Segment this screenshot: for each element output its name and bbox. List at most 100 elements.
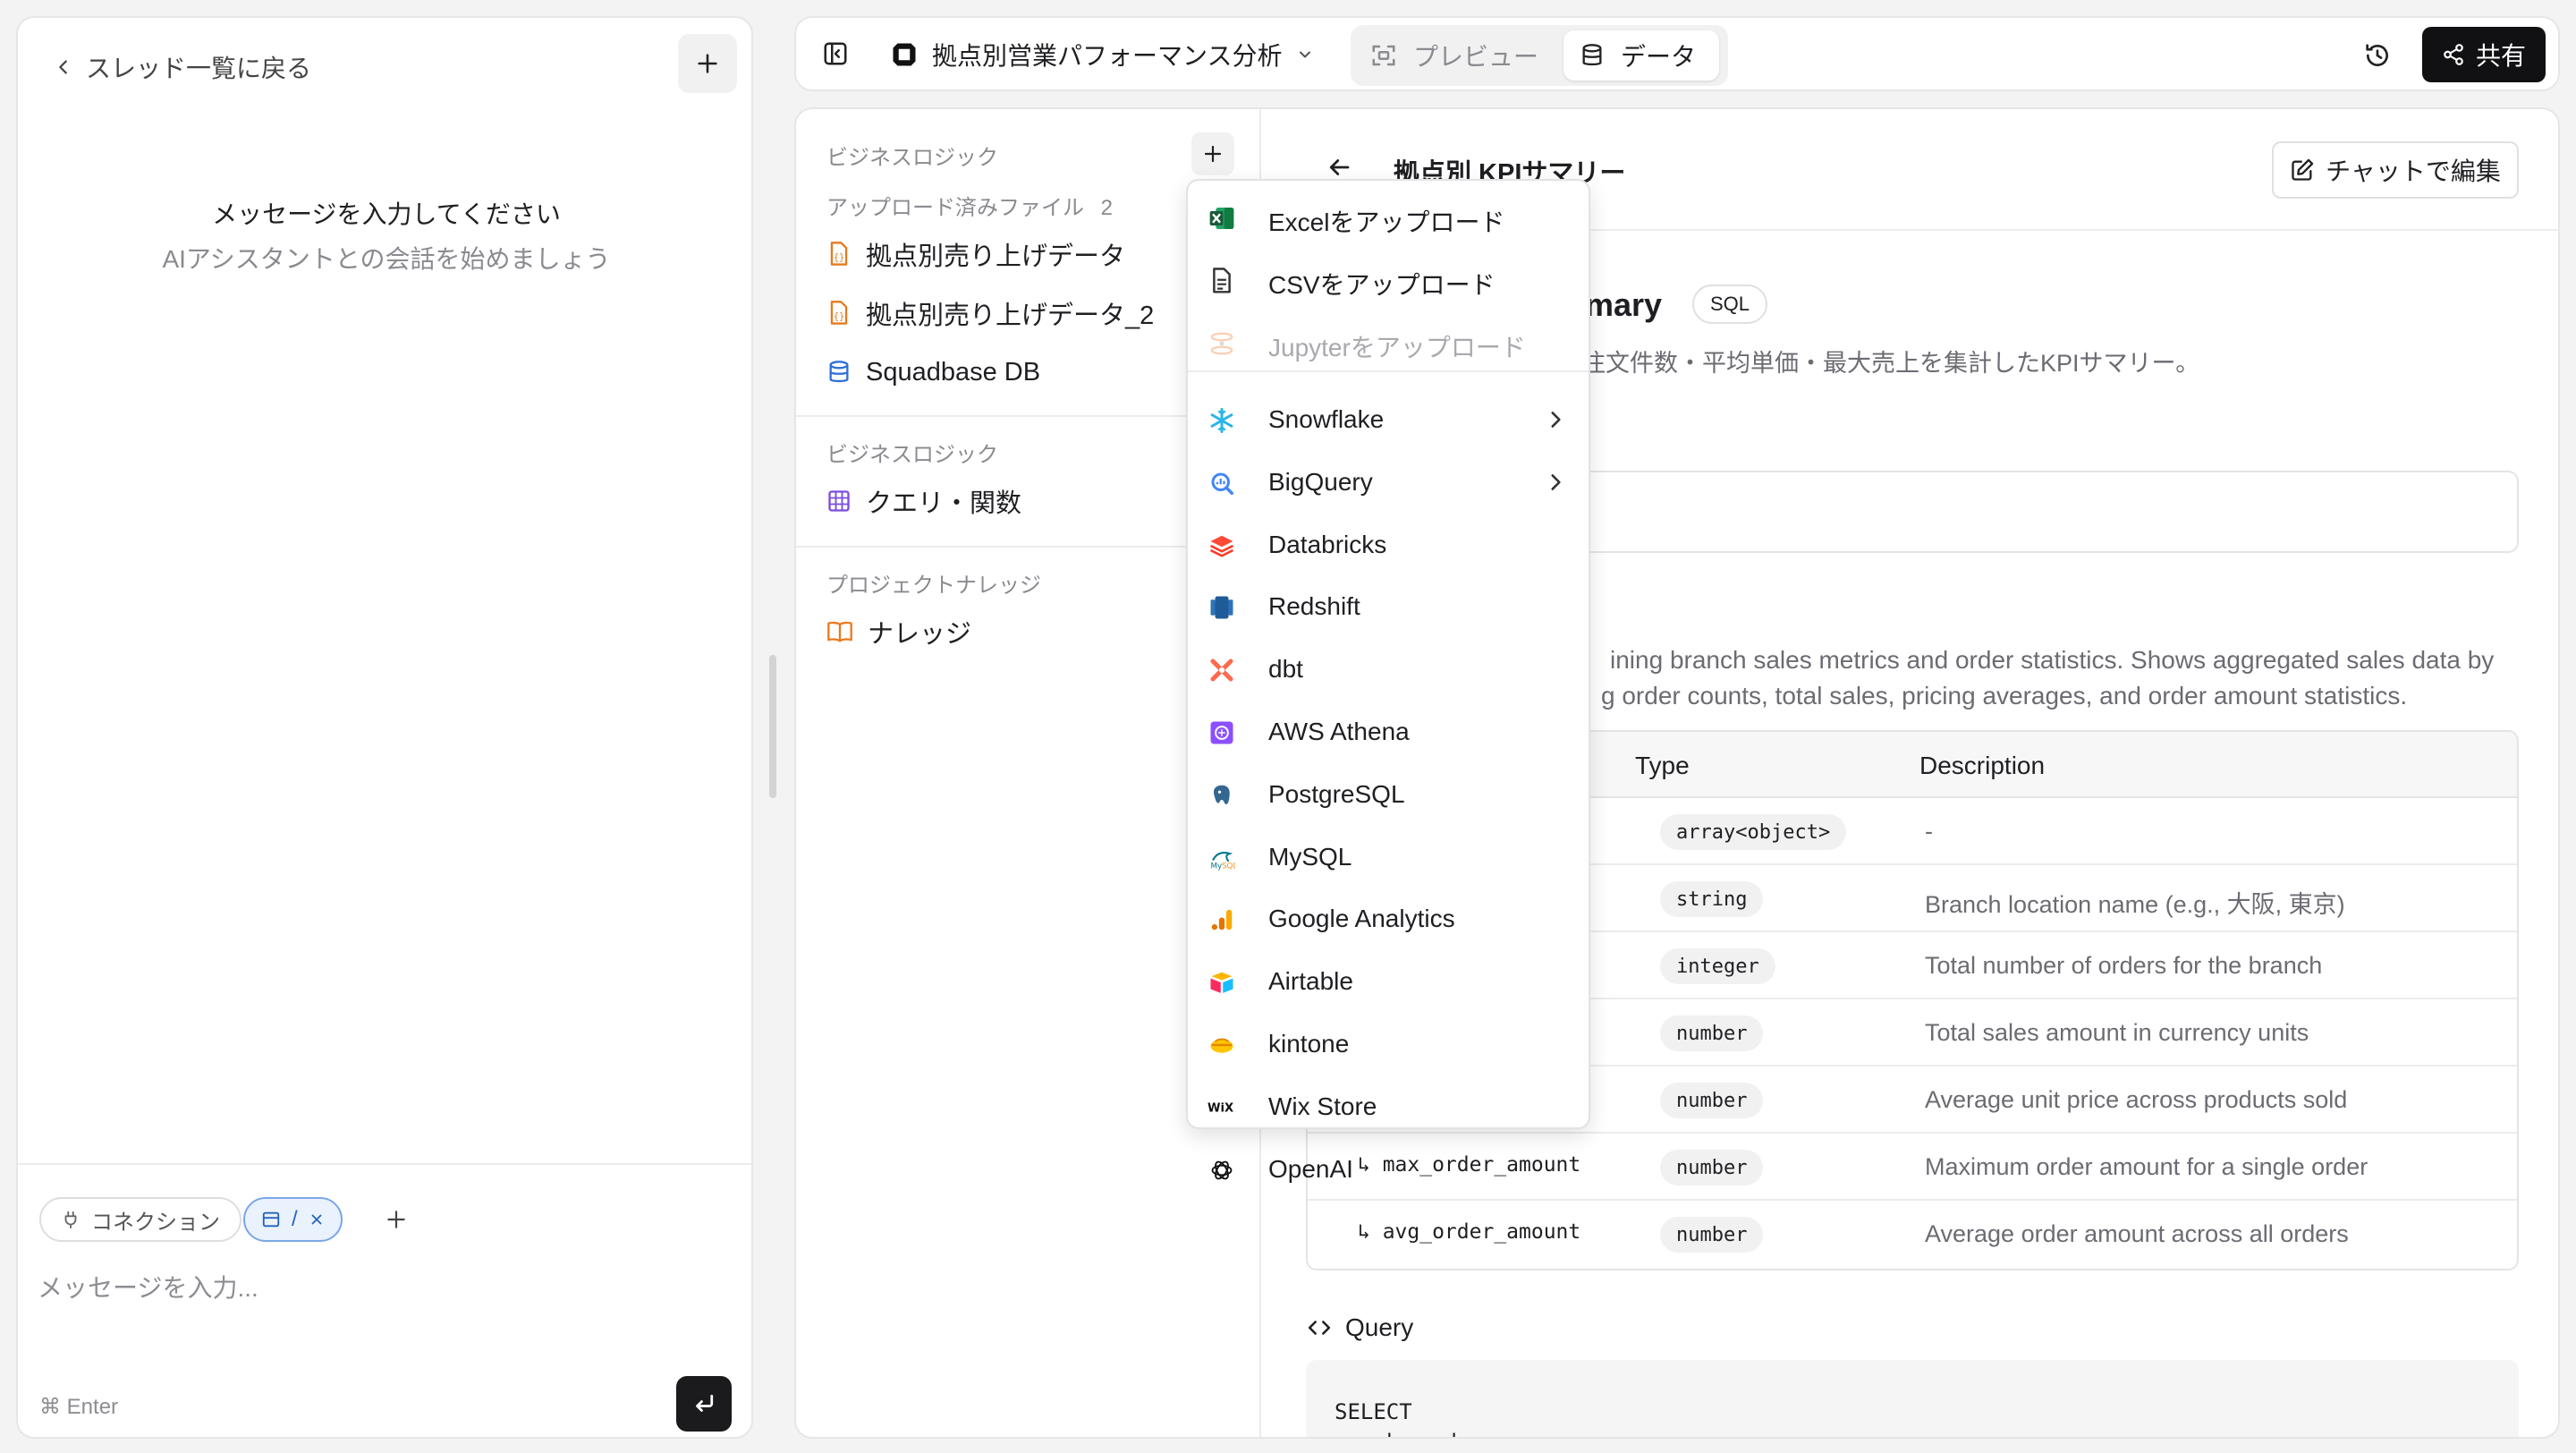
menu-item-label: Google Analytics [1268, 905, 1455, 933]
field-description: Branch location name (e.g., 大阪, 東京) [1925, 891, 2345, 918]
bigquery-icon [1208, 469, 1236, 497]
knowledge-item[interactable]: ナレッジ [826, 607, 971, 657]
query-section-heading: Query [1306, 1313, 1413, 1342]
connection-chip-label: コネクション [91, 1210, 220, 1235]
menu-item-kintone[interactable]: kintone [1188, 1016, 1589, 1074]
project-logo-icon [893, 43, 916, 66]
menu-item-label: CSVをアップロード [1268, 271, 1496, 299]
menu-item-databricks[interactable]: Databricks [1188, 517, 1589, 574]
new-thread-button[interactable] [678, 34, 737, 93]
data-chip-label: / [292, 1207, 298, 1231]
plug-icon [64, 1211, 77, 1229]
menu-item-bigquery[interactable]: BigQuery [1188, 455, 1589, 512]
add-data-source-button[interactable] [1191, 132, 1234, 175]
field-description: Total number of orders for the branch [1925, 952, 2323, 979]
csv-file-icon [1208, 267, 1236, 295]
redshift-icon [1208, 593, 1236, 622]
panel-resize-handle[interactable] [769, 655, 776, 798]
field-name: ↳ avg_order_amount [1358, 1220, 1581, 1244]
menu-item-google-analytics[interactable]: Google Analytics [1188, 891, 1589, 948]
share-button[interactable]: 共有 [2422, 27, 2546, 82]
menu-item-csv[interactable]: CSVをアップロード [1188, 252, 1589, 310]
preview-frame-icon [1372, 45, 1395, 66]
data-context-chip[interactable]: / [243, 1197, 343, 1242]
sql-code-block: SELECT branch, [1306, 1360, 2519, 1437]
field-description: Average unit price across products sold [1925, 1086, 2348, 1113]
table-grid-icon [828, 490, 850, 512]
menu-item-postgresql[interactable]: PostgreSQL [1188, 767, 1589, 824]
menu-item-label: Snowflake [1268, 405, 1385, 433]
postgresql-icon [1208, 781, 1236, 810]
project-title: 拠点別営業パフォーマンス分析 [932, 42, 1283, 70]
menu-item-snowflake[interactable]: Snowflake [1188, 392, 1589, 449]
menu-item-openai[interactable]: OpenAI [1188, 1142, 1589, 1199]
field-description: Average order amount across all orders [1925, 1220, 2349, 1247]
file-label: Squadbase DB [866, 357, 1041, 387]
file-item-squadbase-db[interactable]: Squadbase DB [826, 347, 1040, 397]
menu-item-label: dbt [1268, 655, 1303, 684]
connection-chip[interactable]: コネクション [39, 1197, 242, 1242]
menu-item-label: Databricks [1268, 530, 1387, 558]
book-icon [827, 621, 852, 642]
share-label: 共有 [2475, 42, 2526, 70]
sidebar-toggle-button[interactable] [812, 30, 859, 77]
history-button[interactable] [2352, 30, 2402, 81]
file-label: 拠点別売り上げデータ [866, 242, 1126, 271]
menu-item-label: Wix Store [1268, 1092, 1377, 1120]
type-badge: number [1660, 1015, 1764, 1051]
message-input[interactable] [38, 1262, 717, 1315]
type-badge: integer [1660, 948, 1775, 984]
table-row: ↳ avg_order_amount number Average order am… [1308, 1201, 2517, 1268]
wix-icon: WiX [1208, 1093, 1236, 1122]
arrow-left-icon [1329, 159, 1350, 175]
menu-item-label: BigQuery [1268, 467, 1373, 496]
code-icon [1308, 1321, 1331, 1335]
menu-item-excel[interactable]: Excelをアップロード [1188, 190, 1589, 247]
queries-functions-item[interactable]: クエリ・関数 [826, 476, 1021, 526]
chevron-right-icon [1551, 412, 1561, 428]
code-line: SELECT [1335, 1399, 1412, 1424]
close-icon[interactable] [309, 1211, 325, 1228]
schema-description-line: g order counts, total sales, pricing ave… [1601, 682, 2408, 710]
section-label-business-logic: ビジネスロジック [826, 443, 998, 467]
add-context-button[interactable] [374, 1197, 419, 1242]
back-to-threads-link[interactable]: スレッド一覧に戻る [54, 45, 311, 89]
section-label-knowledge: プロジェクトナレッジ [826, 574, 1041, 598]
tab-data[interactable]: データ [1563, 30, 1719, 81]
databricks-icon [1208, 531, 1236, 560]
column-header-type: Type [1635, 752, 1690, 779]
type-badge: number [1660, 1217, 1764, 1253]
main-workspace: ビジネスロジック アップロード済みファイル 2 {} 拠点別売り上げデータ {}… [794, 107, 2560, 1439]
type-badge: number [1660, 1150, 1764, 1185]
edit-with-chat-button[interactable]: チャットで編集 [2272, 141, 2519, 199]
kintone-icon [1208, 1031, 1236, 1059]
menu-item-redshift[interactable]: Redshift [1188, 579, 1589, 636]
plus-icon [1204, 145, 1222, 163]
sql-badge: SQL [1692, 285, 1767, 324]
project-selector[interactable]: 拠点別営業パフォーマンス分析 [891, 32, 1314, 77]
menu-item-aws-athena[interactable]: AWS Athena [1188, 704, 1589, 761]
chevron-left-icon [59, 60, 67, 74]
chevron-right-icon [1551, 473, 1561, 490]
tab-preview-label: プレビュー [1413, 43, 1539, 71]
schema-description-line: ining branch sales metrics and order sta… [1610, 646, 2495, 674]
send-button[interactable] [676, 1376, 732, 1432]
database-icon [829, 361, 849, 383]
empty-state-title: メッセージを入力してください [212, 200, 561, 228]
section-label-uploaded: アップロード済みファイル 2 [826, 190, 1113, 221]
file-item-sales-data-2[interactable]: {} 拠点別売り上げデータ_2 [826, 288, 1154, 338]
menu-item-wix-store[interactable]: WiX Wix Store [1188, 1079, 1589, 1136]
empty-state-subtitle: AIアシスタントとの会話を始めましょう [162, 245, 611, 273]
code-line: branch, [1386, 1430, 1477, 1437]
add-source-dropdown-menu: Excelをアップロード CSVをアップロード Jupyterをアップロード Snow… [1186, 179, 1590, 1183]
menu-item-airtable[interactable]: Airtable [1188, 954, 1589, 1011]
menu-item-dbt[interactable]: dbt [1188, 642, 1589, 699]
menu-item-mysql[interactable]: MySQLMySQL [1188, 829, 1589, 887]
file-item-sales-data[interactable]: {} 拠点別売り上げデータ [826, 229, 1125, 279]
queries-label: クエリ・関数 [866, 489, 1022, 518]
type-badge: string [1660, 881, 1764, 917]
uploaded-count: 2 [1100, 196, 1114, 220]
menu-item-label: PostgreSQL [1268, 779, 1405, 808]
tab-preview[interactable]: プレビュー [1363, 32, 1546, 79]
snowflake-icon [1208, 406, 1236, 435]
